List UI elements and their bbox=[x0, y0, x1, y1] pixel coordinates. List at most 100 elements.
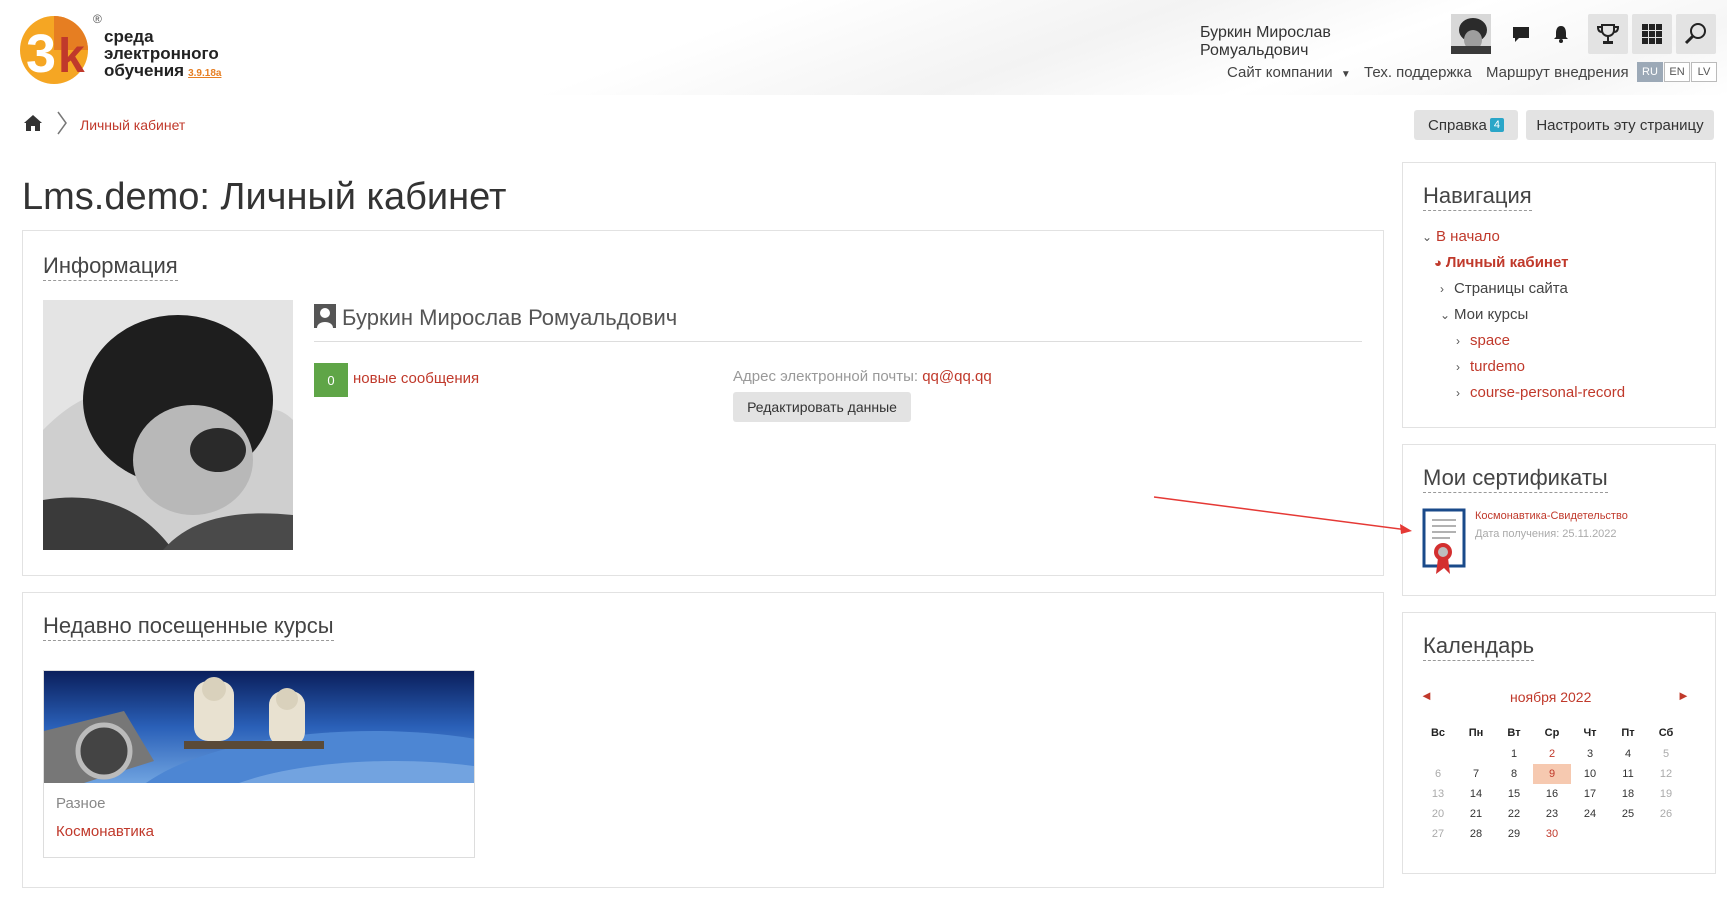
calendar-day[interactable]: 19 bbox=[1647, 784, 1685, 804]
breadcrumb-dashboard[interactable]: Личный кабинет bbox=[80, 117, 185, 133]
help-label: Справка bbox=[1428, 116, 1487, 134]
search-icon[interactable] bbox=[1676, 14, 1716, 54]
email-link[interactable]: qq@qq.qq bbox=[922, 368, 991, 385]
calendar-day[interactable]: 8 bbox=[1495, 764, 1533, 784]
calendar-empty-cell bbox=[1647, 824, 1685, 844]
user-profile-icon bbox=[314, 304, 336, 333]
customize-page-button[interactable]: Настроить эту страницу bbox=[1526, 110, 1714, 140]
user-avatar[interactable] bbox=[1451, 14, 1491, 54]
certificates-title: Мои сертификаты bbox=[1423, 465, 1608, 493]
home-icon[interactable] bbox=[23, 114, 43, 137]
calendar-day[interactable]: 29 bbox=[1495, 824, 1533, 844]
grid-icon[interactable] bbox=[1632, 14, 1672, 54]
calendar-week-row: 27 28 29 30 bbox=[1419, 824, 1704, 844]
calendar-grid: Вс Пн Вт Ср Чт Пт Сб 1 2 3 4 5 6 7 8 9 10 11 12 13 14 15 16 17… bbox=[1419, 722, 1704, 844]
calendar-day[interactable]: 24 bbox=[1571, 804, 1609, 824]
chevron-right-icon: › bbox=[1456, 386, 1460, 400]
calendar-day[interactable]: 9 bbox=[1533, 764, 1571, 784]
help-button[interactable]: Справка 4 bbox=[1414, 110, 1518, 140]
logo-version[interactable]: 3.9.18a bbox=[188, 68, 221, 79]
calendar-day[interactable]: 20 bbox=[1419, 804, 1457, 824]
calendar-weekday: Вт bbox=[1507, 727, 1521, 739]
nav-support[interactable]: Тех. поддержка bbox=[1364, 64, 1472, 81]
bell-icon[interactable] bbox=[1541, 14, 1581, 54]
calendar-day[interactable]: 11 bbox=[1609, 764, 1647, 784]
nav-company-site-label: Сайт компании bbox=[1227, 64, 1333, 81]
calendar-day[interactable]: 21 bbox=[1457, 804, 1495, 824]
calendar-day[interactable]: 4 bbox=[1609, 744, 1647, 764]
nav-course-turdemo-link[interactable]: turdemo bbox=[1470, 358, 1525, 375]
lang-ru[interactable]: RU bbox=[1637, 62, 1663, 82]
nav-item-site-pages[interactable]: › Страницы сайта bbox=[1440, 280, 1568, 297]
calendar-day[interactable]: 3 bbox=[1571, 744, 1609, 764]
calendar-day[interactable]: 13 bbox=[1419, 784, 1457, 804]
course-name-link[interactable]: Космонавтика bbox=[56, 823, 154, 840]
breadcrumb-separator-icon bbox=[56, 110, 68, 141]
calendar-day[interactable]: 1 bbox=[1495, 744, 1533, 764]
calendar-day[interactable]: 22 bbox=[1495, 804, 1533, 824]
nav-company-site[interactable]: Сайт компании ▼ bbox=[1227, 64, 1351, 81]
nav-item-dashboard[interactable]: ◕ Личный кабинет bbox=[1434, 254, 1568, 271]
svg-text:k: k bbox=[58, 30, 85, 83]
course-card[interactable]: Разное Космонавтика bbox=[43, 670, 475, 858]
chevron-right-icon: › bbox=[1456, 360, 1460, 374]
edit-profile-button[interactable]: Редактировать данные bbox=[733, 392, 911, 422]
calendar-next-icon[interactable]: ► bbox=[1677, 688, 1690, 703]
calendar-empty-cell bbox=[1609, 824, 1647, 844]
nav-course-personal-record-link[interactable]: course-personal-record bbox=[1470, 384, 1625, 401]
calendar-prev-icon[interactable]: ◄ bbox=[1420, 688, 1433, 703]
nav-item-my-courses[interactable]: ⌄ Мои курсы bbox=[1440, 306, 1528, 323]
calendar-weekday: Ср bbox=[1544, 727, 1560, 739]
calendar-week-row: 20 21 22 23 24 25 26 bbox=[1419, 804, 1704, 824]
calendar-day[interactable]: 7 bbox=[1457, 764, 1495, 784]
page-title: Lms.demo: Личный кабинет bbox=[22, 176, 507, 218]
calendar-week-row: 12345 bbox=[1419, 744, 1704, 764]
new-messages-link[interactable]: новые сообщения bbox=[353, 370, 479, 387]
calendar-day[interactable]: 18 bbox=[1609, 784, 1647, 804]
calendar-day[interactable]: 23 bbox=[1533, 804, 1571, 824]
chevron-down-icon: ⌄ bbox=[1422, 230, 1433, 244]
trophy-icon[interactable] bbox=[1588, 14, 1628, 54]
calendar-day[interactable]: 15 bbox=[1495, 784, 1533, 804]
calendar-day[interactable]: 12 bbox=[1647, 764, 1685, 784]
chevron-right-icon: › bbox=[1440, 282, 1444, 296]
calendar-days: 1 2 3 4 5 6 7 8 9 10 11 12 13 14 15 16 17 18 19 20 21 22 23 24 2… bbox=[1419, 744, 1704, 844]
calendar-day[interactable]: 25 bbox=[1609, 804, 1647, 824]
nav-dashboard-label: Личный кабинет bbox=[1445, 254, 1569, 271]
nav-course-turdemo[interactable]: › turdemo bbox=[1456, 358, 1525, 375]
lang-lv[interactable]: LV bbox=[1691, 62, 1717, 82]
navigation-tree: ⌄ В начало ◕ Личный кабинет › Страницы сайт… bbox=[1422, 228, 1712, 408]
nav-route[interactable]: Маршрут внедрения bbox=[1486, 64, 1629, 81]
help-count-badge: 4 bbox=[1489, 118, 1504, 132]
profile-divider bbox=[314, 341, 1362, 342]
chat-icon[interactable] bbox=[1501, 14, 1541, 54]
lang-en[interactable]: EN bbox=[1664, 62, 1690, 82]
nav-home-link[interactable]: В начало bbox=[1436, 228, 1500, 245]
nav-course-space-link[interactable]: space bbox=[1470, 332, 1510, 349]
user-menu-name[interactable]: Буркин Мирослав Ромуальдович bbox=[1200, 24, 1367, 60]
calendar-day[interactable]: 17 bbox=[1571, 784, 1609, 804]
calendar-day[interactable]: 16 bbox=[1533, 784, 1571, 804]
calendar-day[interactable]: 5 bbox=[1647, 744, 1685, 764]
nav-course-space[interactable]: › space bbox=[1456, 332, 1510, 349]
calendar-month-link[interactable]: ноября 2022 bbox=[1510, 689, 1591, 705]
calendar-empty-cell bbox=[1419, 744, 1457, 764]
calendar-day[interactable]: 26 bbox=[1647, 804, 1685, 824]
calendar-day[interactable]: 6 bbox=[1419, 764, 1457, 784]
calendar-day[interactable]: 28 bbox=[1457, 824, 1495, 844]
calendar-empty-cell bbox=[1571, 824, 1609, 844]
certificate-name-link[interactable]: Космонавтика-Свидетельство bbox=[1475, 510, 1628, 522]
certificate-date: Дата получения: 25.11.2022 bbox=[1475, 528, 1617, 540]
certificate-icon[interactable] bbox=[1422, 508, 1468, 581]
nav-site-pages-label: Страницы сайта bbox=[1454, 280, 1568, 297]
nav-item-home[interactable]: ⌄ В начало bbox=[1422, 228, 1500, 245]
calendar-day[interactable]: 27 bbox=[1419, 824, 1457, 844]
calendar-day[interactable]: 14 bbox=[1457, 784, 1495, 804]
calendar-day[interactable]: 10 bbox=[1571, 764, 1609, 784]
logo-text: среда электронного обучения 3.9.18a bbox=[104, 28, 221, 82]
nav-course-personal-record[interactable]: › course-personal-record bbox=[1456, 384, 1625, 401]
calendar-week-row: 6 7 8 9 10 11 12 bbox=[1419, 764, 1704, 784]
calendar-day[interactable]: 2 bbox=[1533, 744, 1571, 764]
calendar-title: Календарь bbox=[1423, 633, 1535, 661]
calendar-day[interactable]: 30 bbox=[1533, 824, 1571, 844]
